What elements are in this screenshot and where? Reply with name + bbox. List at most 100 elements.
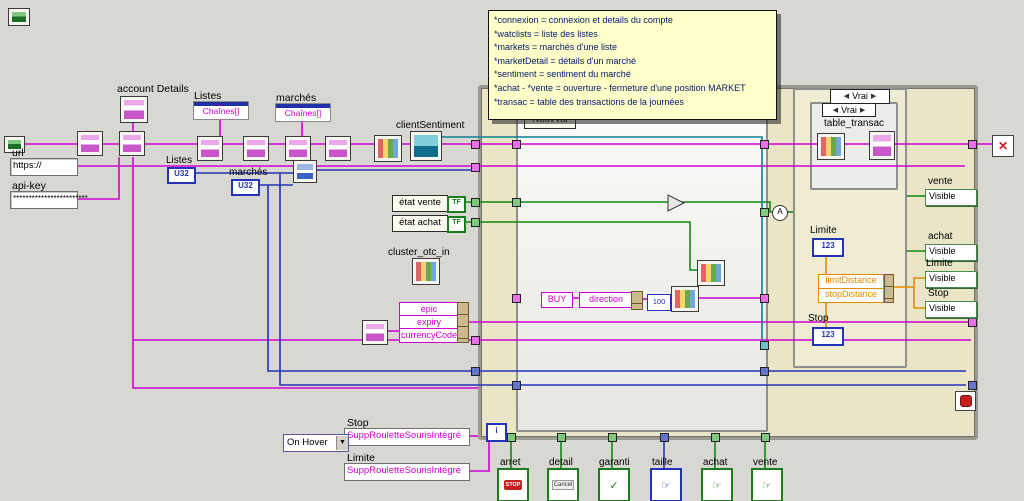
vi-icon-sentiment[interactable] [374, 135, 402, 162]
vi-icon-watchlists[interactable] [197, 136, 223, 161]
stop-numeric-terminal[interactable]: 123 [812, 327, 844, 346]
loop-stop-icon[interactable] [955, 391, 976, 411]
on-hover-ring-constant[interactable]: On Hover ▼ [283, 434, 349, 452]
stop-num-label: Stop [808, 313, 829, 324]
vente-terminal-label: vente [753, 457, 778, 468]
tunnel [968, 140, 977, 149]
ring-value: On Hover [287, 437, 328, 448]
api-key-input[interactable]: ************************ [10, 191, 88, 209]
case-next-arrow-icon[interactable]: ▶ [871, 91, 876, 102]
account-details-label: account Details [117, 83, 189, 95]
etat-vente-label: état vente [392, 195, 448, 212]
ring-dropdown-icon[interactable]: ▼ [336, 436, 348, 450]
vente-visible-property[interactable]: Visible [925, 189, 977, 206]
case-prev-arrow-icon[interactable]: ◀ [833, 105, 838, 116]
achat-prop-label: achat [928, 231, 953, 242]
marches-array-indicator[interactable]: Chaînes[] [275, 103, 331, 122]
tunnel [512, 198, 521, 207]
listes-array-indicator[interactable]: Chaînes[] [193, 101, 249, 120]
bundle-node[interactable] [631, 291, 643, 310]
arret-terminal[interactable]: STOP [497, 468, 529, 501]
etat-vente-terminal[interactable]: TF [447, 196, 466, 213]
arret-label: arret [500, 457, 521, 468]
taille-terminal[interactable]: ☞ [650, 468, 682, 501]
index-array-icon[interactable] [293, 160, 317, 183]
bundle-by-name-node[interactable] [457, 302, 469, 343]
stop-prop-label: Stop [928, 288, 949, 299]
vi-icon-transac[interactable] [817, 133, 845, 160]
listes-numeric-terminal[interactable]: U32 [167, 167, 196, 184]
limite-visible-property[interactable]: Visible [925, 271, 977, 288]
taille-label: taille [652, 457, 673, 468]
small-constant-icon[interactable] [8, 8, 30, 26]
marches-numeric-terminal[interactable]: U32 [231, 179, 260, 196]
case-selector-outer[interactable]: ◀ Vrai ▶ [830, 89, 890, 104]
vi-icon-bundle-feeder[interactable] [362, 320, 388, 345]
cluster-otc-label: cluster_otc_in [388, 247, 450, 258]
checkbox-icon: ✓ [609, 479, 619, 492]
vi-icon-position[interactable] [671, 286, 699, 312]
etat-achat-terminal[interactable]: TF [447, 216, 466, 233]
tunnel [608, 433, 617, 442]
stop-visible-property[interactable]: Visible [925, 301, 977, 318]
limite-num-label: Limite [810, 225, 837, 236]
limite-string-constant[interactable]: SuppRouletteSourisIntégré [344, 463, 470, 481]
vente-terminal[interactable]: ☞ [751, 468, 783, 501]
tunnel [760, 208, 769, 217]
tunnel [760, 341, 769, 350]
stop-button-icon: STOP [503, 480, 523, 490]
comment-line: *sentiment = sentiment du marché [494, 69, 631, 80]
pointer-icon: ☞ [762, 479, 772, 492]
url-input[interactable]: https:// [10, 158, 78, 176]
tunnel [471, 218, 480, 227]
bundle-field-currency-code[interactable]: currencyCode [399, 328, 459, 343]
stop-string-constant[interactable]: SuppRouletteSourisIntégré [344, 428, 470, 446]
comment-line: *watclists = liste des listes [494, 28, 598, 39]
achat-terminal-label: achat [703, 457, 728, 468]
vi-icon-market-list[interactable] [325, 136, 351, 161]
wire-junction-label: A [772, 205, 788, 221]
garanti-label: garanti [599, 457, 630, 468]
vi-icon-market-detail[interactable] [285, 136, 311, 161]
vi-icon-markets[interactable] [243, 136, 269, 161]
tunnel [711, 433, 720, 442]
pointer-icon: ☞ [712, 479, 722, 492]
tunnel [557, 433, 566, 442]
client-sentiment-icon[interactable] [410, 131, 442, 161]
close-reference-icon[interactable]: ✕ [992, 135, 1014, 157]
vi-icon-connexion[interactable] [77, 131, 103, 156]
tunnel [471, 140, 480, 149]
numeric-constant-100[interactable]: 100 [647, 294, 671, 311]
bundle-by-name-node[interactable] [884, 274, 894, 303]
case-selector-value: Vrai [841, 104, 857, 115]
tunnel [760, 140, 769, 149]
labview-block-diagram: *connexion = connexion et details du com… [0, 0, 1024, 501]
garanti-terminal[interactable]: ✓ [598, 468, 630, 501]
stop-sign-icon [959, 395, 972, 407]
vi-icon-account[interactable] [119, 131, 145, 156]
account-details-icon[interactable] [120, 96, 148, 123]
case-prev-arrow-icon[interactable]: ◀ [844, 91, 849, 102]
buy-string-constant[interactable]: BUY [541, 292, 573, 308]
case-next-arrow-icon[interactable]: ▶ [860, 105, 865, 116]
limite-numeric-terminal[interactable]: 123 [812, 238, 844, 257]
limite-prop-label: Limite [926, 258, 953, 269]
tunnel [761, 433, 770, 442]
cluster-otc-icon[interactable] [412, 258, 440, 285]
comment-line: *transac = table des transactions de la … [494, 96, 684, 107]
limit-distance-field[interactable]: limitDistance [818, 274, 884, 289]
achat-terminal[interactable]: ☞ [701, 468, 733, 501]
direction-field[interactable]: direction [579, 292, 633, 308]
tunnel [507, 433, 516, 442]
case-selector-inner[interactable]: ◀ Vrai ▶ [822, 103, 876, 117]
detail-label: detail [549, 457, 573, 468]
loop-iteration-terminal[interactable]: i [486, 423, 507, 442]
comment-line: *connexion = connexion et details du com… [494, 15, 673, 25]
vi-icon-market-order[interactable] [697, 260, 725, 286]
table-transac-indicator-icon[interactable] [869, 131, 895, 160]
stop-distance-field[interactable]: stopDistance [818, 288, 884, 303]
close-x-icon: ✕ [997, 139, 1009, 153]
case-selector-value: Vrai [852, 91, 868, 101]
diagram-comment[interactable]: *connexion = connexion et details du com… [488, 10, 777, 120]
detail-terminal[interactable]: Cancel [547, 468, 579, 501]
